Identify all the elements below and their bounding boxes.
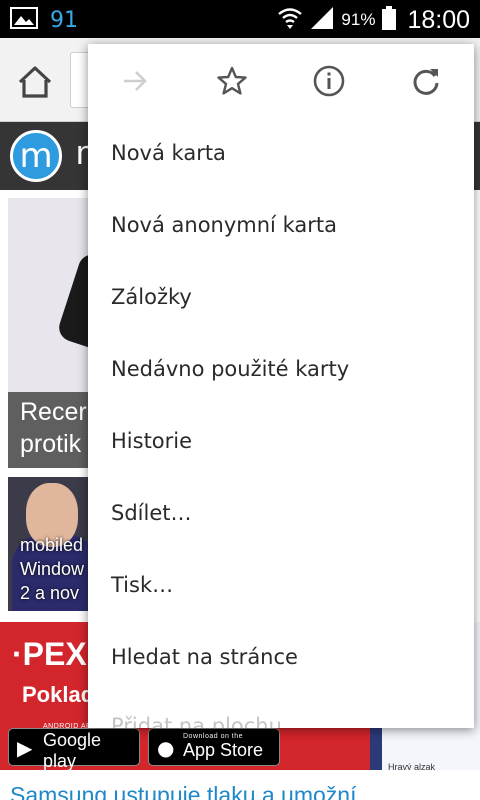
play-icon: ▶ (17, 736, 33, 760)
forward-icon[interactable] (112, 58, 158, 104)
google-play-badge[interactable]: ▶ ANDROID APP ON Google play (8, 723, 140, 770)
menu-item-new-incognito-tab[interactable]: Nová anonymní karta (88, 189, 474, 261)
notification-count: 91 (50, 7, 78, 33)
signal-icon (309, 5, 335, 35)
status-bar: 91 91% 18:00 (0, 0, 480, 38)
ad-brand: ·PEX (12, 636, 87, 672)
battery-percent: 91% (341, 10, 376, 29)
menu-icon-row (88, 44, 474, 118)
article-title-line: Window (20, 559, 85, 579)
image-icon (10, 6, 38, 34)
status-left: 91 (10, 6, 78, 34)
ad-subtitle: Poklad (22, 682, 95, 707)
home-icon[interactable] (14, 62, 56, 102)
menu-item-find-in-page[interactable]: Hledat na stránce (88, 621, 474, 693)
bookmark-star-icon[interactable] (209, 58, 255, 104)
menu-item-recent-tabs[interactable]: Nedávno použité karty (88, 333, 474, 405)
battery-icon (381, 5, 397, 35)
overflow-menu: Nová karta Nová anonymní karta Záložky N… (88, 44, 474, 728)
article-title-line: mobiled (20, 535, 84, 555)
article-title-line: Recer (20, 398, 87, 426)
menu-item-history[interactable]: Historie (88, 405, 474, 477)
reload-icon[interactable] (403, 58, 449, 104)
article-link[interactable]: Samsung ustupuje tlaku a umožní (10, 782, 356, 800)
apple-icon: ● (157, 736, 175, 760)
menu-item-bookmarks[interactable]: Záložky (88, 261, 474, 333)
article-title-line: 2 a nov (20, 583, 80, 603)
menu-item-new-tab[interactable]: Nová karta (88, 117, 474, 189)
site-logo[interactable]: m (10, 130, 62, 182)
menu-item-share[interactable]: Sdílet… (88, 477, 474, 549)
info-icon[interactable] (306, 58, 352, 104)
article-card[interactable]: Recer protik (8, 198, 98, 468)
article-card[interactable]: mobiled Window 2 a nov (8, 477, 98, 611)
article-title-line: protik (20, 430, 82, 458)
clock: 18:00 (407, 5, 470, 34)
menu-item-print[interactable]: Tisk… (88, 549, 474, 621)
wifi-icon (277, 5, 303, 35)
status-right: 91% 18:00 (277, 5, 470, 35)
menu-item-add-to-homescreen[interactable]: Přidat na plochu (88, 690, 474, 728)
ad-side-text: Hravý alzak (388, 762, 436, 770)
app-store-badge[interactable]: ● Download on the App Store (148, 728, 280, 766)
